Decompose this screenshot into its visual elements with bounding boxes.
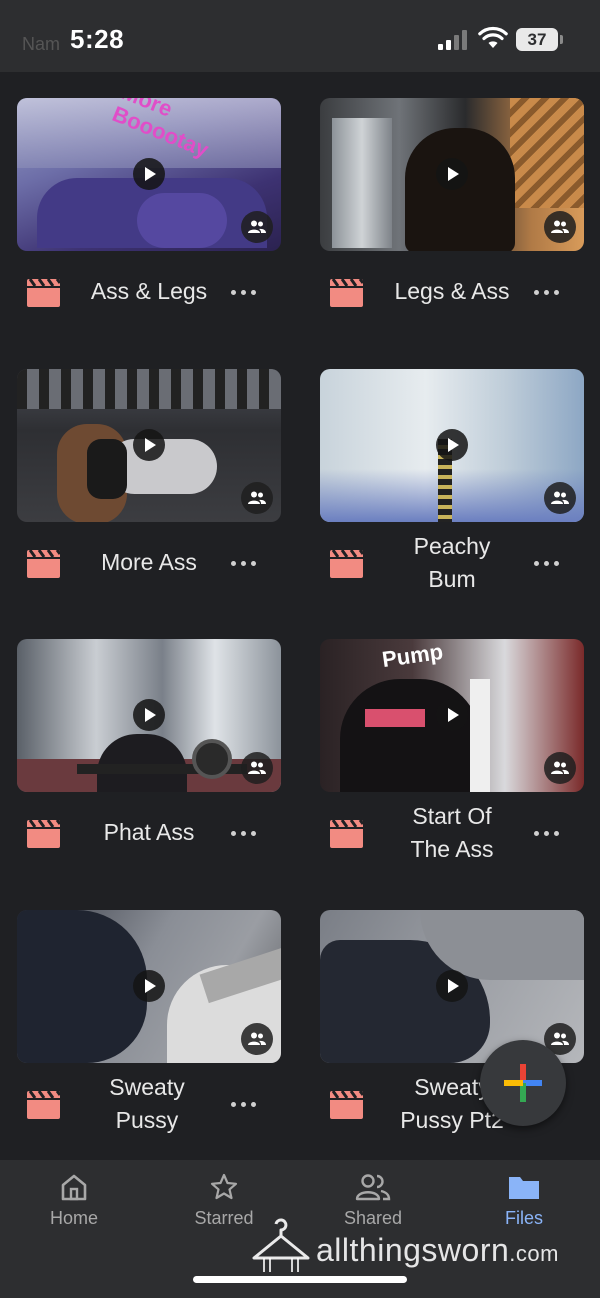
file-title: Phat Ass: [103, 819, 195, 845]
video-file-icon: [27, 279, 60, 307]
video-thumbnail[interactable]: [17, 910, 281, 1063]
wifi-icon: [478, 26, 508, 48]
more-options-button[interactable]: [532, 277, 562, 307]
video-thumbnail[interactable]: [17, 369, 281, 522]
play-icon[interactable]: [133, 970, 165, 1002]
shared-people-icon: [544, 211, 576, 243]
play-icon[interactable]: [436, 699, 468, 731]
video-file-icon: [330, 550, 363, 578]
watermark-logo: allthingsworn.com: [250, 1216, 590, 1278]
video-file-icon: [27, 550, 60, 578]
video-file-icon: [27, 820, 60, 848]
new-file-fab-button[interactable]: [480, 1040, 566, 1126]
file-title: Sweaty Pussy: [109, 1074, 185, 1133]
status-time: 5:28: [70, 24, 125, 54]
video-thumbnail[interactable]: [320, 369, 584, 522]
file-card-footer: Legs & Ass: [320, 251, 584, 371]
more-options-button[interactable]: [532, 548, 562, 578]
video-thumbnail[interactable]: [320, 910, 584, 1063]
shared-people-icon: [241, 211, 273, 243]
more-options-button[interactable]: [229, 1089, 259, 1119]
play-icon[interactable]: [133, 158, 165, 190]
file-title: Legs & Ass: [394, 278, 510, 304]
shared-people-icon: [241, 752, 273, 784]
video-thumbnail[interactable]: More Booootay: [17, 98, 281, 251]
file-card-footer: More Ass: [17, 522, 281, 642]
file-title: More Ass: [101, 549, 197, 575]
video-file-icon: [27, 1091, 60, 1119]
more-options-button[interactable]: [229, 818, 259, 848]
video-thumbnail[interactable]: [320, 98, 584, 251]
video-file-icon: [330, 820, 363, 848]
status-bar: Nam 5:28 37: [0, 0, 600, 72]
shared-people-icon: [241, 482, 273, 514]
cellular-signal-icon: [438, 30, 470, 50]
shared-people-icon: [241, 1023, 273, 1055]
hanger-icon: [252, 1218, 310, 1272]
header-ghost-text: Nam: [22, 34, 61, 54]
file-title: Ass & Legs: [90, 278, 208, 304]
video-thumbnail[interactable]: Pump: [320, 639, 584, 792]
file-title: Start Of The Ass: [410, 803, 494, 862]
more-options-button[interactable]: [229, 277, 259, 307]
star-icon: [210, 1173, 238, 1200]
battery-indicator: 37: [516, 28, 563, 51]
video-file-icon: [330, 279, 363, 307]
play-icon[interactable]: [133, 429, 165, 461]
nav-home[interactable]: Home: [14, 1172, 134, 1242]
more-options-button[interactable]: [229, 548, 259, 578]
file-title: Peachy Bum: [413, 533, 491, 592]
file-card-footer: Peachy Bum: [320, 522, 584, 642]
play-icon[interactable]: [436, 970, 468, 1002]
shared-people-icon: [544, 482, 576, 514]
people-icon: [355, 1174, 391, 1201]
home-indicator[interactable]: [193, 1276, 407, 1283]
nav-home-label: Home: [49, 1208, 98, 1228]
video-thumbnail[interactable]: [17, 639, 281, 792]
file-card-footer: Phat Ass: [17, 792, 281, 912]
play-icon[interactable]: [436, 429, 468, 461]
shared-people-icon: [544, 752, 576, 784]
video-file-icon: [330, 1091, 363, 1119]
folder-icon: [509, 1177, 539, 1199]
file-card-footer: Start Of The Ass: [320, 792, 584, 912]
file-card-footer: Ass & Legs: [17, 251, 281, 371]
more-options-button[interactable]: [532, 818, 562, 848]
play-icon[interactable]: [436, 158, 468, 190]
play-icon[interactable]: [133, 699, 165, 731]
plus-icon: [504, 1064, 542, 1102]
watermark-text: allthingsworn.com: [316, 1232, 559, 1268]
thumbnail-caption: Pump: [380, 639, 445, 673]
home-icon: [61, 1174, 87, 1201]
